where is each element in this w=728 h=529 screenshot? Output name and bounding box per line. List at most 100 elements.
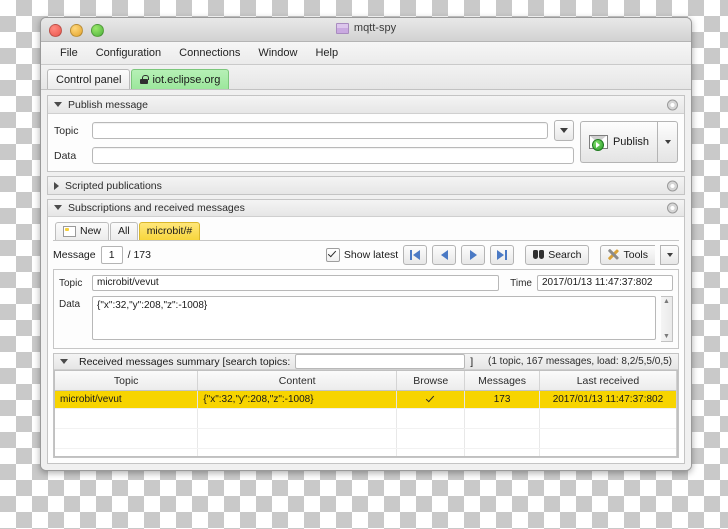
publish-message-header[interactable]: Publish message <box>48 96 684 114</box>
message-index-input[interactable]: 1 <box>100 245 123 264</box>
scripted-publications-pane: Scripted publications <box>47 176 685 195</box>
publish-options-dropdown-button[interactable] <box>657 121 678 163</box>
tools-icon <box>608 249 619 260</box>
message-label: Message <box>53 248 96 261</box>
publish-message-body: Topic Data Publish <box>48 114 684 171</box>
summary-title-suffix: ] <box>470 355 474 368</box>
gear-icon[interactable] <box>667 202 678 214</box>
binoculars-icon <box>533 250 545 260</box>
publish-message-title: Publish message <box>68 98 148 111</box>
table-row[interactable]: microbit/vevut {"x":32,"y":208,"z":-1008… <box>55 390 676 410</box>
detail-time-label: Time <box>510 277 532 289</box>
received-messages-summary-pane: Received messages summary [search topics… <box>53 352 679 458</box>
search-button-label: Search <box>548 248 582 261</box>
publish-button-group: Publish <box>580 120 678 164</box>
menu-configuration[interactable]: Configuration <box>87 45 170 61</box>
checkbox-icon <box>425 394 436 405</box>
cell-last-received: 2017/01/13 11:47:37:802 <box>539 390 676 410</box>
search-button[interactable]: Search <box>525 244 590 265</box>
subscription-tab-all[interactable]: All <box>110 221 138 240</box>
column-header-messages[interactable]: Messages <box>464 371 540 392</box>
tab-control-panel-label: Control panel <box>56 73 122 86</box>
chevron-down-icon <box>60 359 68 365</box>
publish-data-row: Data <box>54 147 574 164</box>
cell-messages: 173 <box>464 390 540 410</box>
detail-time-value: 2017/01/13 11:47:37:802 <box>537 274 673 291</box>
scroll-up-icon: ▲ <box>663 297 670 305</box>
summary-empty-rows <box>55 409 676 456</box>
publish-fields: Topic Data <box>54 120 574 164</box>
title-bar: mqtt-spy <box>41 18 691 42</box>
menu-window[interactable]: Window <box>249 45 306 61</box>
detail-topic-value[interactable]: microbit/vevut <box>92 274 500 291</box>
message-detail-panel: Topic microbit/vevut Time 2017/01/13 11:… <box>53 268 679 349</box>
bar-icon <box>504 249 508 260</box>
empty-row <box>55 409 676 430</box>
publish-data-input[interactable] <box>92 147 574 164</box>
publish-topic-input[interactable] <box>92 122 548 139</box>
received-messages-summary-header[interactable]: Received messages summary [search topics… <box>54 353 678 371</box>
first-message-button[interactable] <box>403 244 428 265</box>
subscriptions-title: Subscriptions and received messages <box>68 201 245 214</box>
cell-browse[interactable] <box>396 390 466 410</box>
subscriptions-body: New All microbit/# Message 1 / 173 Show … <box>48 217 684 463</box>
new-subscription-icon <box>63 225 76 237</box>
summary-table-inner: Topic Content Browse Messages Last recei… <box>55 371 676 456</box>
column-header-last-received[interactable]: Last received <box>539 371 676 392</box>
chevron-down-icon <box>54 205 62 211</box>
summary-table-scrollbar[interactable] <box>676 371 677 456</box>
bar-icon <box>409 249 413 260</box>
window-title: mqtt-spy <box>353 22 397 34</box>
message-navigation-bar: Message 1 / 173 Show latest Search Tools <box>53 244 679 265</box>
cell-topic: microbit/vevut <box>55 390 199 410</box>
tools-button[interactable]: Tools <box>600 244 655 265</box>
subscription-tab-new[interactable]: New <box>55 221 110 240</box>
column-header-content[interactable]: Content <box>197 371 398 392</box>
column-header-topic[interactable]: Topic <box>55 371 199 392</box>
tools-dropdown-button[interactable] <box>660 244 679 265</box>
summary-table: Topic Content Browse Messages Last recei… <box>55 371 676 410</box>
subscriptions-header[interactable]: Subscriptions and received messages <box>48 200 684 217</box>
green-arrow-icon <box>591 139 604 151</box>
publish-button[interactable]: Publish <box>580 121 657 163</box>
publish-topic-dropdown-button[interactable] <box>554 120 574 141</box>
connection-tab-strip: Control panel iot.eclipse.org <box>41 65 691 90</box>
publish-button-label: Publish <box>612 136 650 148</box>
menu-help[interactable]: Help <box>306 45 347 61</box>
tab-iot-eclipse-org[interactable]: iot.eclipse.org <box>131 69 230 89</box>
detail-data-row: Data {"x":32,"y":208,"z":-1008} ▲ ▼ <box>59 295 673 342</box>
app-window: mqtt-spy File Configuration Connections … <box>40 17 692 471</box>
tab-control-panel[interactable]: Control panel <box>47 69 131 89</box>
gear-icon[interactable] <box>667 180 678 191</box>
publish-data-label: Data <box>54 149 77 162</box>
detail-data-scrollbar[interactable]: ▲ ▼ <box>661 295 673 342</box>
subscription-tab-strip: New All microbit/# <box>53 221 679 241</box>
subscription-tab-microbit-label: microbit/# <box>146 225 193 238</box>
scroll-down-icon: ▼ <box>663 332 670 340</box>
content-area: Publish message Topic Data Publish Scrip… <box>41 90 691 470</box>
scripted-publications-title: Scripted publications <box>65 179 162 192</box>
arrow-left-icon <box>440 249 448 260</box>
gear-icon[interactable] <box>667 99 678 110</box>
subscriptions-pane: Subscriptions and received messages New … <box>47 199 685 464</box>
arrow-left-icon <box>413 249 421 260</box>
scripted-publications-header[interactable]: Scripted publications <box>48 177 684 194</box>
menu-file[interactable]: File <box>51 45 87 61</box>
search-topics-input[interactable] <box>295 354 466 370</box>
detail-data-value[interactable]: {"x":32,"y":208,"z":-1008} <box>92 295 656 340</box>
last-message-button[interactable] <box>490 244 515 265</box>
menu-connections[interactable]: Connections <box>170 45 249 61</box>
chevron-down-icon <box>666 252 673 257</box>
summary-stats: (1 topic, 167 messages, load: 8,2/5,5/0,… <box>488 356 672 368</box>
arrow-right-icon <box>496 249 504 260</box>
show-latest-label: Show latest <box>343 248 399 261</box>
detail-data-label: Data <box>59 298 81 310</box>
show-latest-toggle[interactable]: Show latest <box>325 247 399 262</box>
next-message-button[interactable] <box>461 244 486 265</box>
summary-title: Received messages summary [search topics… <box>79 355 291 368</box>
checkbox-icon <box>325 247 340 262</box>
column-header-browse[interactable]: Browse <box>396 371 466 392</box>
previous-message-button[interactable] <box>432 244 457 265</box>
subscription-tab-microbit[interactable]: microbit/# <box>138 221 201 240</box>
tools-button-label: Tools <box>623 248 648 261</box>
